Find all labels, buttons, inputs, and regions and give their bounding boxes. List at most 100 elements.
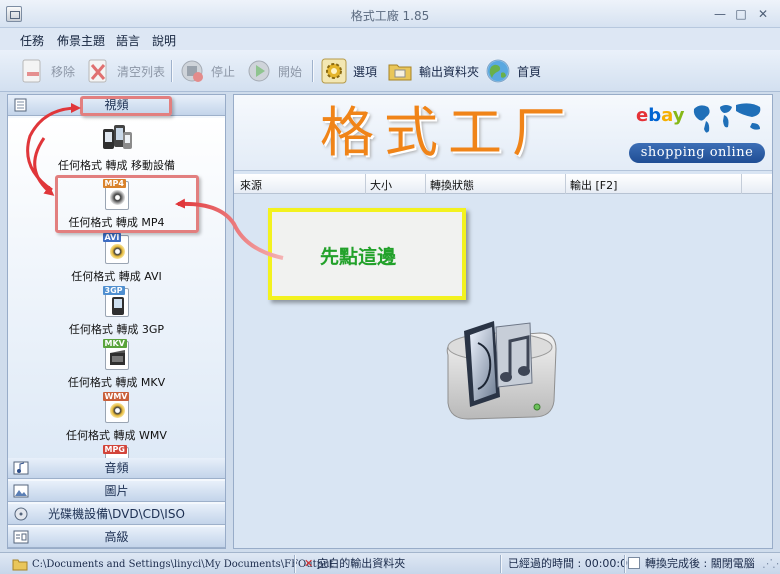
folder-icon [12,559,28,571]
convert-to-mkv-label: 任何格式 轉成 MKV [67,376,166,389]
video-category-icon [14,98,27,112]
toolbar: 移除 清空列表 停止 開始 選項 輸出資料夾 首頁 [0,50,780,92]
banner[interactable]: 格式工厂 ebay shopping online [234,95,772,171]
column-divider[interactable] [741,174,742,194]
remove-label: 移除 [51,64,76,79]
minimize-button[interactable]: — [711,6,729,22]
shutdown-after-convert-checkbox[interactable] [628,557,640,569]
output-folder-state-cell: ✕ 空白的輸出資料夾 [304,556,405,572]
optical-disc-icon [14,507,28,521]
audio-category-header[interactable]: 音頻 [8,458,225,479]
ebay-letter: b [648,105,662,126]
options-gear-icon [320,57,348,85]
output-path-text: C:\Documents and Settings\linyci\My Docu… [32,559,334,570]
video-header-highlight [80,96,172,116]
picture-category-header[interactable]: 圖片 [8,481,225,502]
clear-list-label: 清空列表 [117,64,166,79]
start-button[interactable]: 開始 [245,56,302,86]
mkv-file-icon: MKV [101,339,133,371]
wmv-tag: WMV [102,392,130,401]
output-folder-icon [386,57,414,85]
column-status[interactable]: 轉換狀態 [430,177,474,193]
clear-list-button[interactable]: 清空列表 [84,56,165,86]
column-size[interactable]: 大小 [370,177,392,193]
optical-disc-category-label: 光碟機設備\DVD\CD\ISO [48,507,185,521]
mobile-devices-icon [101,122,133,154]
stop-icon [178,57,206,85]
empty-folder-x-icon: ✕ [304,557,314,570]
remove-icon [18,57,46,85]
output-folder-button[interactable]: 輸出資料夾 [386,56,479,86]
advanced-category-header[interactable]: 高級 [8,527,225,548]
instruction-callout: 先點這邊 [268,208,466,300]
column-divider[interactable] [425,174,426,194]
column-output[interactable]: 輸出 [F2] [570,177,617,193]
ebay-letter: a [661,105,673,126]
close-button[interactable]: ✕ [754,6,772,22]
remove-button[interactable]: 移除 [18,56,75,86]
homepage-button[interactable]: 首頁 [484,56,541,86]
output-folder-label: 輸出資料夾 [419,64,480,79]
advanced-category-label: 高級 [104,530,129,544]
column-divider[interactable] [565,174,566,194]
column-divider[interactable] [365,174,366,194]
menu-task[interactable]: 任務 [20,32,44,49]
window-title: 格式工廠 1.85 [350,9,430,23]
resize-grip-icon[interactable]: ⋰⋰ [762,556,780,572]
audio-note-icon [13,461,29,475]
after-convert-text: 轉換完成後 : 關閉電腦 [645,557,755,570]
mp4-item-highlight [55,175,199,233]
status-divider [500,555,501,573]
stop-label: 停止 [211,64,236,79]
options-button[interactable]: 選項 [320,56,377,86]
mpg-tag: MPG [102,445,127,454]
homepage-label: 首頁 [517,64,542,79]
toolbar-separator [171,60,172,82]
convert-to-wmv-item[interactable]: WMV 任何格式 轉成 WMV [8,392,225,443]
convert-to-mobile-item[interactable]: 任何格式 轉成 移動設備 [8,122,225,173]
avi-file-icon: AVI [101,233,133,265]
maximize-button[interactable]: □ [732,6,750,22]
convert-to-wmv-label: 任何格式 轉成 WMV [66,429,167,442]
convert-to-mkv-item[interactable]: MKV 任何格式 轉成 MKV [8,339,225,390]
audio-category-label: 音頻 [104,461,129,475]
ebay-letter: y [672,105,685,126]
mkv-tag: MKV [102,339,127,348]
options-label: 選項 [353,64,378,79]
stop-button[interactable]: 停止 [178,56,235,86]
world-map-icon [693,103,761,133]
column-source[interactable]: 來源 [240,177,262,193]
menu-theme[interactable]: 佈景主題 [57,32,105,49]
format-factory-logo-icon [446,321,557,420]
category-panel: 視頻 任何格式 轉成 移動設備 MP4 任何格式 轉成 MP4 AVI 任何格式… [7,94,226,549]
convert-to-3gp-item[interactable]: 3GP 任何格式 轉成 3GP [8,286,225,337]
output-path-cell[interactable]: C:\Documents and Settings\linyci\My Docu… [12,556,334,572]
banner-title: 格式工厂 [320,101,576,164]
avi-tag: AVI [102,233,122,242]
status-divider [624,555,625,573]
clear-list-icon [84,57,112,85]
3gp-file-icon: 3GP [101,286,133,318]
picture-category-label: 圖片 [104,484,129,498]
ebay-logo[interactable]: ebay [636,105,684,126]
task-table-header: 來源 大小 轉換狀態 輸出 [F2] [234,174,772,194]
callout-text: 先點這邊 [320,246,397,268]
start-icon [245,57,273,85]
status-bar: C:\Documents and Settings\linyci\My Docu… [0,552,780,574]
convert-to-3gp-label: 任何格式 轉成 3GP [68,323,165,336]
optical-disc-category-header[interactable]: 光碟機設備\DVD\CD\ISO [8,504,225,525]
convert-to-mobile-label: 任何格式 轉成 移動設備 [58,159,175,172]
task-panel: 格式工厂 ebay shopping online 來源 大小 轉換狀態 輸出 … [233,94,773,549]
picture-icon [13,484,29,498]
convert-to-avi-item[interactable]: AVI 任何格式 轉成 AVI [8,233,225,284]
shopping-online-badge[interactable]: shopping online [629,143,765,163]
convert-to-avi-label: 任何格式 轉成 AVI [71,270,162,283]
toolbar-separator [312,60,313,82]
video-conversion-list: 任何格式 轉成 移動設備 MP4 任何格式 轉成 MP4 AVI 任何格式 轉成… [8,118,225,478]
menu-help[interactable]: 說明 [152,32,176,49]
wmv-file-icon: WMV [101,392,133,424]
menu-language[interactable]: 語言 [116,32,140,49]
title-bar: 格式工廠 1.85 — □ ✕ [0,0,780,28]
status-divider [294,555,295,573]
homepage-globe-icon [484,57,512,85]
